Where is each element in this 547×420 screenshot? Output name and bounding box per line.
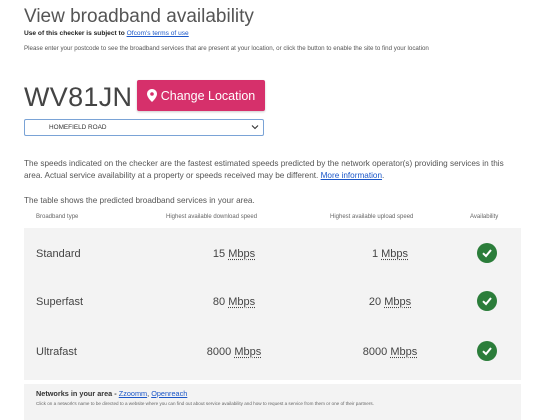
table-intro: The table shows the predicted broadband … — [24, 196, 255, 205]
change-location-label: Change Location — [160, 88, 256, 103]
change-location-button[interactable]: Change Location — [137, 80, 265, 111]
row-upload: 8000 Mbps — [362, 346, 418, 358]
header-download-speed: Highest available download speed — [166, 214, 258, 220]
networks-panel: Networks in your area - Zzoomm, Openreac… — [24, 384, 521, 420]
broadband-table: Standard 15 Mbps 1 Mbps Superfast 80 Mbp… — [24, 228, 521, 380]
more-information-link[interactable]: More information — [321, 171, 382, 180]
row-upload: 1 Mbps — [371, 248, 409, 260]
table-header: Broadband type Highest available downloa… — [24, 214, 521, 226]
networks-title: Networks in your area - Zzoomm, Openreac… — [36, 389, 188, 398]
header-broadband-type: Broadband type — [36, 214, 79, 220]
header-availability: Availability — [470, 214, 499, 220]
available-check-icon — [477, 341, 497, 361]
page-title: View broadband availability — [24, 6, 254, 27]
row-type: Superfast — [36, 296, 84, 308]
terms-link[interactable]: Ofcom's terms of use — [127, 30, 189, 37]
map-pin-icon — [146, 89, 157, 102]
terms-notice: Use of this checker is subject to Ofcom'… — [24, 30, 189, 37]
address-select[interactable]: HOMEFIELD ROAD — [24, 119, 264, 136]
terms-prefix: Use of this checker is subject to — [24, 30, 125, 37]
address-selected-value: HOMEFIELD ROAD — [49, 124, 107, 131]
table-row: Ultrafast 8000 Mbps 8000 Mbps — [24, 328, 521, 376]
row-type: Ultrafast — [36, 346, 77, 358]
networks-label: Networks in your area - — [36, 389, 119, 398]
instructions-text: Please enter your postcode to see the br… — [24, 45, 429, 52]
available-check-icon — [477, 243, 497, 263]
row-download: 80 Mbps — [212, 296, 256, 308]
network-link-zzoomm[interactable]: Zzoomm — [119, 389, 147, 398]
row-download: 8000 Mbps — [206, 346, 262, 358]
postcode-display: WV81JN — [24, 82, 133, 112]
table-row: Superfast 80 Mbps 20 Mbps — [24, 278, 521, 326]
row-download: 15 Mbps — [212, 248, 256, 260]
speeds-disclaimer: The speeds indicated on the checker are … — [24, 159, 504, 180]
speeds-disclaimer-text: The speeds indicated on the checker are … — [24, 159, 504, 180]
row-type: Standard — [36, 248, 81, 260]
networks-description: Click on a network's name to be directed… — [36, 401, 374, 406]
network-link-openreach[interactable]: Openreach — [151, 389, 187, 398]
chevron-down-icon — [251, 125, 259, 130]
available-check-icon — [477, 291, 497, 311]
row-upload: 20 Mbps — [368, 296, 412, 308]
table-row: Standard 15 Mbps 1 Mbps — [24, 230, 521, 278]
header-upload-speed: Highest available upload speed — [330, 214, 414, 220]
